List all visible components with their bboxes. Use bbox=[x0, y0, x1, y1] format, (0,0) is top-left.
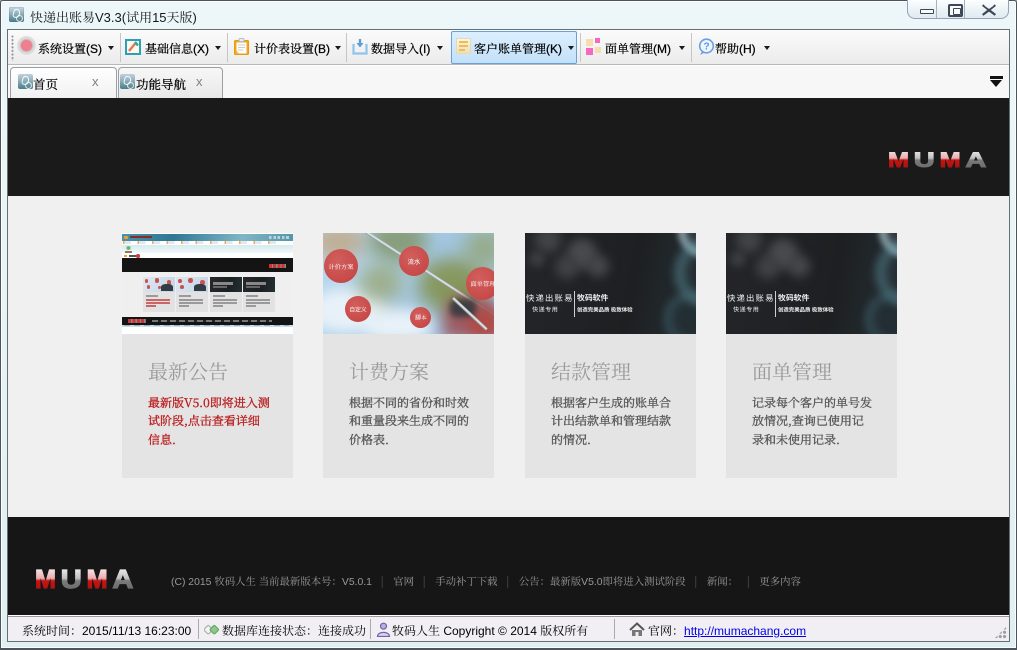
svg-text:M: M bbox=[35, 568, 56, 590]
svg-text:A: A bbox=[965, 150, 986, 169]
svg-text:?: ? bbox=[703, 42, 709, 53]
svg-text:U: U bbox=[914, 150, 935, 169]
svg-text:A: A bbox=[112, 568, 133, 590]
svg-text:U: U bbox=[61, 568, 82, 590]
svg-text:M: M bbox=[940, 150, 961, 169]
svg-text:M: M bbox=[888, 150, 909, 169]
svg-text:M: M bbox=[87, 568, 108, 590]
